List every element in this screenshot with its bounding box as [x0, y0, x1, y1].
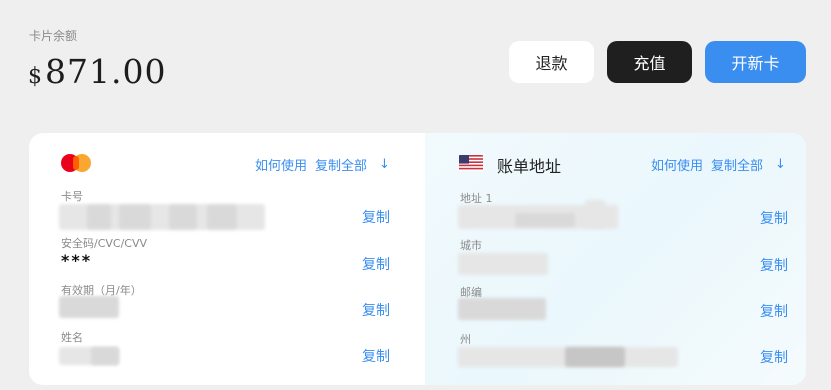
copy-card-number-button[interactable]: 复制 [362, 207, 390, 227]
card-info-section: 如何使用 复制全部 ↓ 卡号 复制 安全码/CVC/CVV *** 复制 有效期… [29, 133, 425, 385]
name-label: 姓名 [61, 331, 83, 344]
mastercard-icon [61, 154, 91, 172]
copy-all-link[interactable]: 复制全部 [315, 155, 367, 174]
copy-state-button[interactable]: 复制 [760, 347, 788, 367]
balance-display: $ 871.00 [28, 52, 166, 91]
how-to-use-link[interactable]: 如何使用 [651, 155, 703, 174]
card-number-label: 卡号 [61, 190, 83, 203]
redacted-block [119, 205, 151, 229]
copy-city-button[interactable]: 复制 [760, 255, 788, 275]
copy-zip-button[interactable]: 复制 [760, 301, 788, 321]
redacted-block [565, 347, 625, 367]
address1-label: 地址 1 [460, 192, 493, 205]
new-card-button[interactable]: 开新卡 [705, 41, 806, 83]
copy-cvv-button[interactable]: 复制 [362, 254, 390, 274]
redacted-block [169, 205, 197, 229]
topup-button[interactable]: 充值 [607, 41, 692, 83]
balance-amount: 871.00 [45, 52, 167, 91]
billing-address-title: 账单地址 [497, 157, 562, 176]
refund-button[interactable]: 退款 [509, 41, 594, 83]
redacted-block [87, 205, 111, 229]
copy-name-button[interactable]: 复制 [362, 346, 390, 366]
download-icon[interactable]: ↓ [775, 157, 786, 172]
redacted-block [585, 200, 605, 228]
card-details-panel: 如何使用 复制全部 ↓ 卡号 复制 安全码/CVC/CVV *** 复制 有效期… [29, 133, 806, 385]
currency-symbol: $ [28, 64, 42, 89]
redacted-block [207, 205, 237, 229]
copy-address1-button[interactable]: 复制 [760, 208, 788, 228]
copy-expiry-button[interactable]: 复制 [362, 300, 390, 320]
copy-all-link[interactable]: 复制全部 [711, 155, 763, 174]
city-value [458, 253, 548, 275]
how-to-use-link[interactable]: 如何使用 [255, 155, 307, 174]
cvv-label: 安全码/CVC/CVV [61, 237, 148, 250]
us-flag-icon [459, 155, 483, 171]
state-label: 州 [460, 333, 471, 346]
redacted-block [91, 347, 119, 365]
redacted-block [515, 213, 575, 227]
zip-value [458, 298, 546, 320]
balance-label: 卡片余额 [29, 29, 78, 43]
cvv-value: *** [61, 251, 93, 270]
billing-actions: 如何使用 复制全部 ↓ [651, 155, 786, 174]
expiry-value [59, 296, 119, 318]
city-label: 城市 [460, 239, 482, 252]
card-info-actions: 如何使用 复制全部 ↓ [255, 155, 390, 174]
download-icon[interactable]: ↓ [379, 157, 390, 172]
billing-address-section: 账单地址 如何使用 复制全部 ↓ 地址 1 复制 城市 复制 邮编 复制 州 复… [425, 133, 806, 385]
